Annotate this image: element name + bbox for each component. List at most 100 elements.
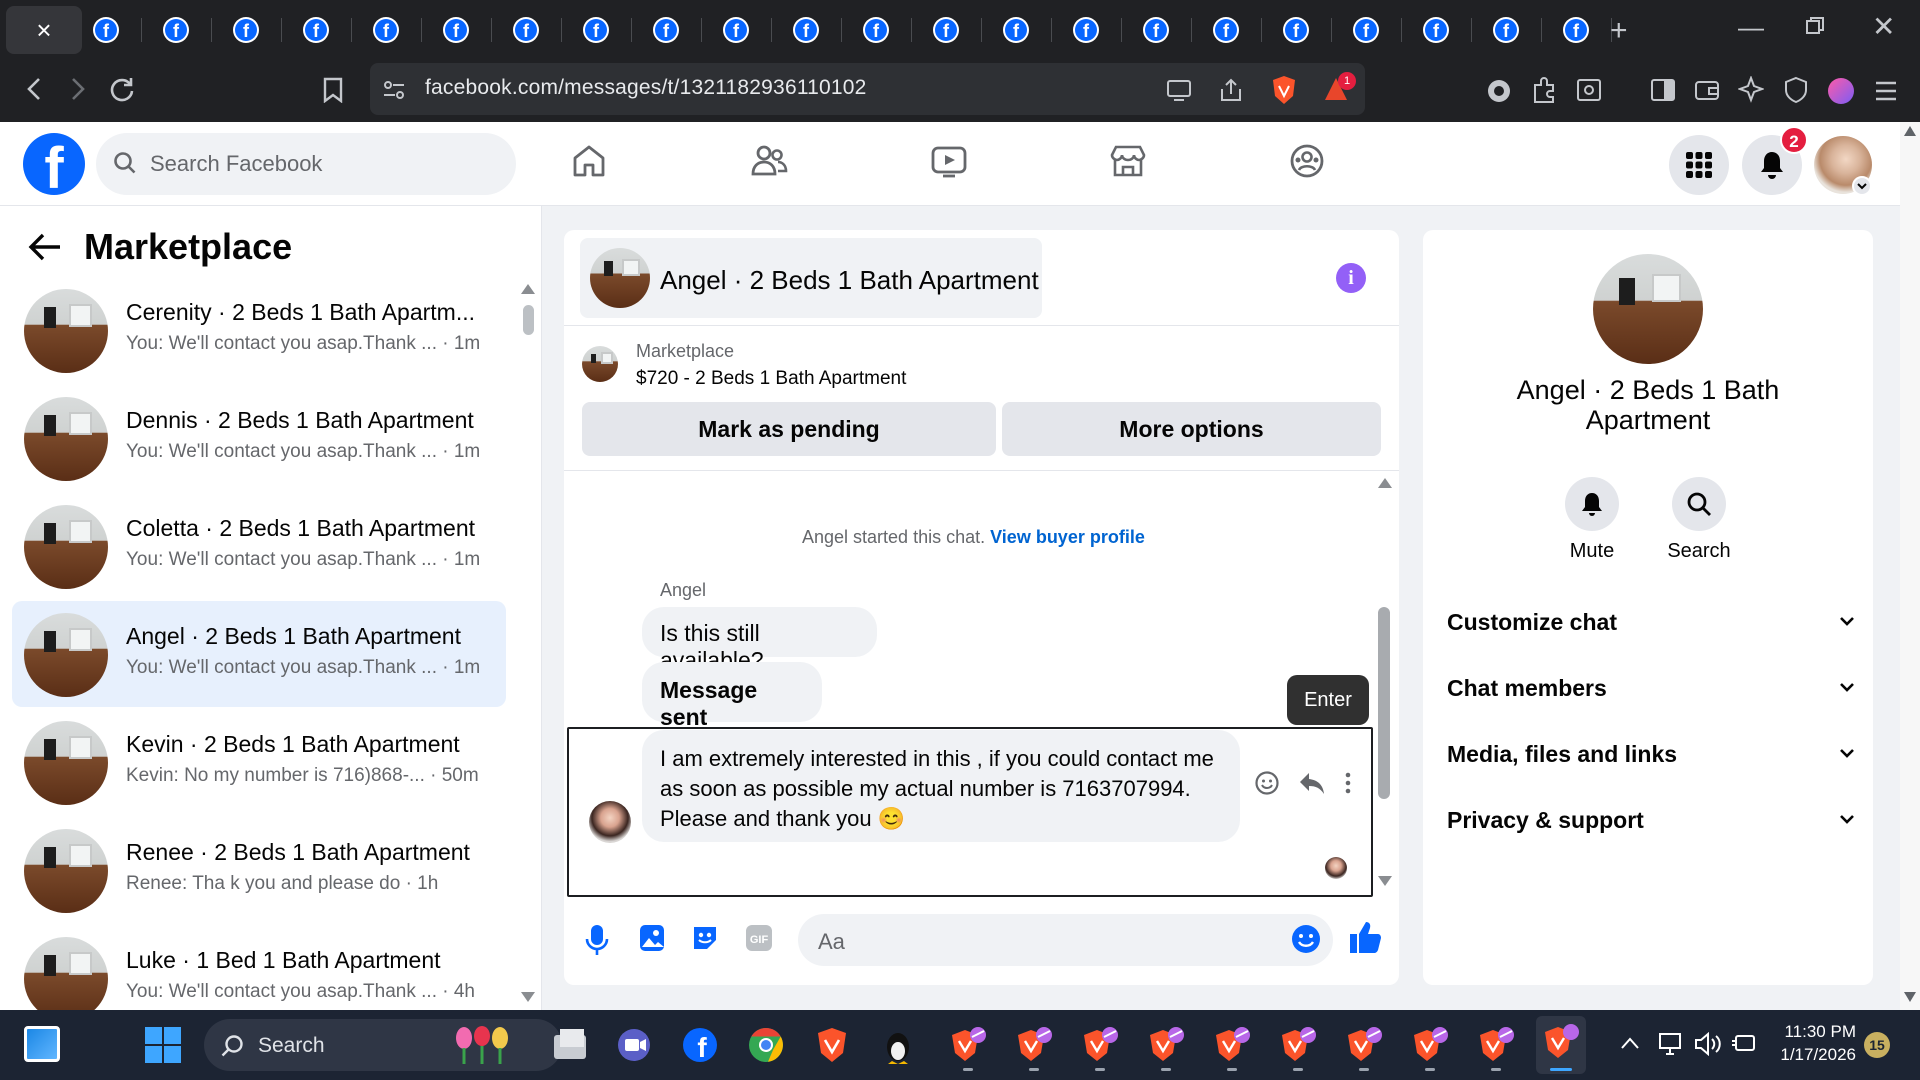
mark-as-pending-button[interactable]: Mark as pending [582, 402, 996, 456]
browser-tab[interactable]: f [1475, 6, 1537, 54]
forward-icon[interactable] [68, 76, 88, 102]
sticker-icon[interactable] [690, 923, 720, 953]
listing-title[interactable]: $720 - 2 Beds 1 Bath Apartment [636, 368, 906, 390]
widgets-icon[interactable] [24, 1026, 60, 1062]
minimize-button[interactable]: — [1738, 12, 1764, 43]
brave-shield-icon[interactable] [1270, 74, 1298, 106]
brave-profile-window-icon[interactable] [1080, 1025, 1120, 1065]
info-section-row[interactable]: Customize chat [1447, 609, 1854, 636]
conversation-item[interactable]: Renee · 2 Beds 1 Bath Apartment Renee: Th… [12, 817, 506, 923]
conversation-item[interactable]: Cerenity · 2 Beds 1 Bath Apartm... You: W… [12, 277, 506, 383]
browser-tab[interactable]: f [1335, 6, 1397, 54]
volume-icon[interactable] [1694, 1032, 1722, 1056]
facebook-app-icon[interactable]: f [680, 1025, 720, 1065]
video-icon[interactable] [930, 143, 968, 179]
sender-avatar[interactable] [589, 801, 631, 843]
reply-icon[interactable] [1298, 771, 1326, 795]
friends-icon[interactable] [750, 143, 788, 179]
conversation-item[interactable]: Kevin · 2 Beds 1 Bath Apartment Kevin: No… [12, 709, 506, 815]
notification-count-badge[interactable]: 15 [1864, 1032, 1890, 1058]
menu-grid-button[interactable] [1669, 135, 1729, 195]
chevron-down-icon[interactable] [1852, 176, 1872, 196]
window-close-button[interactable]: ✕ [1872, 10, 1895, 43]
brave-profile-window-icon[interactable] [1212, 1025, 1252, 1065]
battery-icon[interactable] [1730, 1034, 1758, 1054]
menu-icon[interactable] [1874, 80, 1898, 102]
view-buyer-profile-link[interactable]: View buyer profile [990, 527, 1145, 547]
wallet-icon[interactable] [1694, 78, 1720, 102]
react-icon[interactable] [1254, 770, 1280, 796]
tux-app-icon[interactable] [878, 1025, 918, 1065]
browser-tab[interactable]: f [1405, 6, 1467, 54]
vpn-icon[interactable] [1486, 78, 1512, 104]
url-text[interactable]: facebook.com/messages/t/1321182936110102 [425, 76, 867, 100]
browser-tab[interactable]: f [705, 6, 767, 54]
clock-date[interactable]: 1/17/2026 [1772, 1045, 1856, 1065]
photo-icon[interactable] [638, 923, 666, 953]
more-options-button[interactable]: More options [1002, 402, 1381, 456]
browser-tab[interactable]: f [635, 6, 697, 54]
conversation-item[interactable]: Angel · 2 Beds 1 Bath Apartment You: We'l… [12, 601, 506, 707]
page-scrollbar[interactable] [1900, 122, 1920, 1010]
scroll-down-arrow-icon[interactable] [1904, 992, 1916, 1002]
brave-vpn-shield-icon[interactable] [1784, 76, 1808, 104]
search-in-chat-button[interactable] [1672, 477, 1726, 531]
brave-profile-window-icon[interactable] [1410, 1025, 1450, 1065]
brave-browser-icon[interactable] [812, 1025, 852, 1065]
restore-button[interactable] [1805, 16, 1825, 36]
scroll-up-arrow-icon[interactable] [521, 284, 535, 294]
browser-tab[interactable]: f [1195, 6, 1257, 54]
browser-tab[interactable]: f [1055, 6, 1117, 54]
file-explorer-icon[interactable] [550, 1025, 590, 1065]
cast-icon[interactable] [1166, 78, 1192, 102]
info-section-row[interactable]: Media, files and links [1447, 741, 1854, 768]
brave-profile-window-icon[interactable] [1476, 1025, 1516, 1065]
scroll-up-arrow-icon[interactable] [1378, 478, 1392, 488]
chat-title[interactable]: Angel · 2 Beds 1 Bath Apartment [660, 265, 1039, 296]
listing-thumbnail[interactable] [582, 346, 618, 382]
screenshot-icon[interactable] [1576, 78, 1602, 102]
browser-tab[interactable]: f [425, 6, 487, 54]
browser-tab[interactable]: f [985, 6, 1047, 54]
home-icon[interactable] [571, 143, 607, 179]
conversation-item[interactable]: Coletta · 2 Beds 1 Bath Apartment You: We… [12, 493, 506, 599]
brave-profile-window-icon[interactable] [1014, 1025, 1054, 1065]
close-tab-button[interactable]: × [6, 6, 82, 54]
extensions-icon[interactable] [1530, 76, 1558, 104]
leo-ai-icon[interactable] [1738, 76, 1764, 104]
search-placeholder[interactable]: Search Facebook [150, 151, 322, 177]
scroll-down-arrow-icon[interactable] [521, 992, 535, 1002]
brave-profile-window-icon[interactable] [1344, 1025, 1384, 1065]
like-icon[interactable] [1348, 919, 1382, 955]
info-section-row[interactable]: Privacy & support [1447, 807, 1854, 834]
browser-tab[interactable]: f [145, 6, 207, 54]
new-tab-button[interactable]: + [1610, 14, 1628, 48]
site-settings-icon[interactable] [382, 79, 406, 101]
message-input-placeholder[interactable]: Aa [818, 929, 845, 955]
bookmark-icon[interactable] [322, 77, 344, 103]
browser-tab[interactable]: f [565, 6, 627, 54]
browser-tab[interactable]: f [355, 6, 417, 54]
share-icon[interactable] [1218, 77, 1244, 103]
chat-scrollbar[interactable] [1378, 607, 1390, 799]
reload-icon[interactable] [108, 75, 136, 103]
browser-tab[interactable]: f [845, 6, 907, 54]
profile-icon[interactable] [1828, 78, 1854, 104]
back-icon[interactable] [24, 76, 44, 102]
marketplace-icon[interactable] [1109, 143, 1147, 179]
video-call-app-icon[interactable] [614, 1025, 654, 1065]
info-icon[interactable]: i [1336, 263, 1366, 293]
message-bubble[interactable]: Is this still available? [642, 607, 877, 673]
back-arrow-icon[interactable] [28, 232, 62, 262]
browser-tab[interactable]: f [495, 6, 557, 54]
start-icon[interactable] [145, 1027, 181, 1063]
more-vertical-icon[interactable] [1344, 771, 1352, 795]
taskbar-search-label[interactable]: Search [258, 1034, 325, 1058]
chrome-icon[interactable] [746, 1025, 786, 1065]
scroll-up-arrow-icon[interactable] [1904, 126, 1916, 136]
sidebar-toggle-icon[interactable] [1650, 78, 1676, 102]
browser-tab[interactable]: f [215, 6, 277, 54]
browser-tab[interactable]: f [285, 6, 347, 54]
sidebar-scrollbar[interactable] [523, 305, 534, 335]
browser-tab[interactable]: f [1125, 6, 1187, 54]
